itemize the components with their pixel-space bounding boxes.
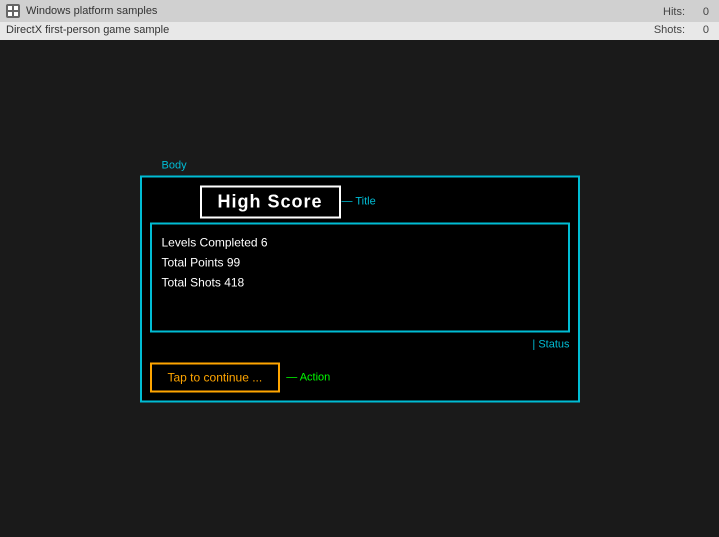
game-area: Body High Score Title Levels Completed 6… (0, 40, 719, 537)
modal-title: High Score (218, 191, 323, 211)
hud-shots-row: Shots: 0 (622, 22, 709, 40)
hud-hits-value: 0 (689, 4, 709, 22)
content-line-2: Total Shots 418 (162, 273, 558, 293)
action-area: Tap to continue ... Action (150, 362, 570, 392)
content-line-1: Total Points 99 (162, 252, 558, 272)
hud-hits-label: Hits: (663, 4, 685, 22)
title-bar: Windows platform samples (0, 0, 719, 22)
title-box: High Score (200, 185, 341, 218)
modal-container: Body High Score Title Levels Completed 6… (140, 175, 580, 402)
label-action: Action (286, 371, 330, 383)
app-icon (6, 4, 20, 18)
hud-shots-value: 0 (689, 22, 709, 40)
label-title: Title (342, 196, 376, 208)
window-title: Windows platform samples (26, 5, 157, 17)
tap-to-continue-button[interactable]: Tap to continue ... (150, 362, 281, 392)
hud-hits-row: Hits: 0 (622, 4, 709, 22)
hud-shots-label: Shots: (654, 22, 685, 40)
content-line-0: Levels Completed 6 (162, 232, 558, 252)
label-status: Status (532, 338, 569, 350)
modal-outer-border: Body High Score Title Levels Completed 6… (140, 175, 580, 402)
title-row: High Score Title (150, 185, 570, 218)
app-subtitle: DirectX first-person game sample (0, 22, 719, 38)
status-area: Status (150, 336, 570, 358)
content-area: Levels Completed 6Total Points 99Total S… (150, 222, 570, 332)
label-body: Body (162, 159, 187, 171)
